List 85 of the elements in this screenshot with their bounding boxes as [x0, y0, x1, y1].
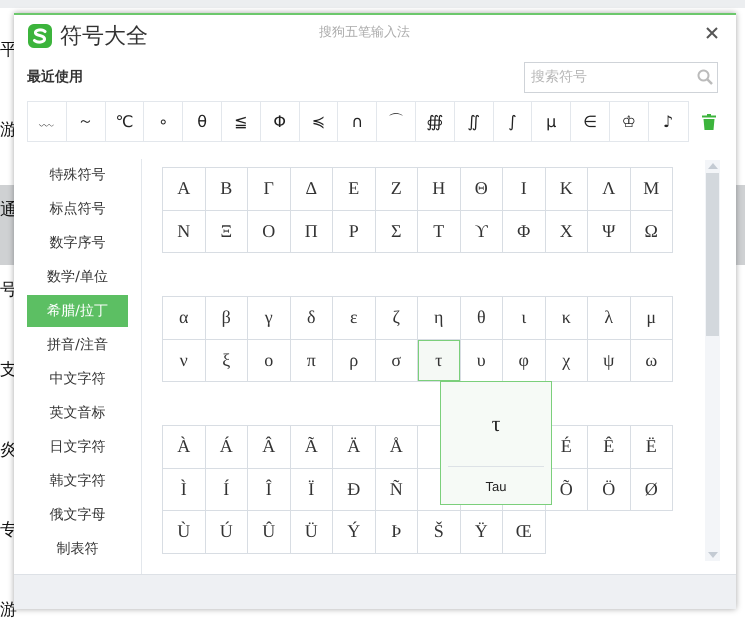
symbol-cell[interactable]: Ù — [163, 511, 206, 554]
symbol-cell[interactable]: Λ — [588, 168, 630, 210]
scrollbar[interactable] — [705, 160, 720, 561]
scrollbar-thumb[interactable] — [706, 173, 719, 336]
list-item-text: 专 — [0, 519, 17, 541]
symbol-cell[interactable]: ι — [503, 297, 546, 340]
symbol-cell[interactable]: Μ — [630, 168, 673, 210]
symbol-cell[interactable]: Κ — [546, 168, 588, 210]
symbol-cell[interactable]: Å — [376, 426, 418, 468]
symbol-cell[interactable]: Ê — [588, 426, 630, 468]
search-field[interactable]: 搜索符号 — [524, 62, 718, 92]
symbol-cell[interactable]: Π — [290, 210, 333, 253]
symbol-cell[interactable]: π — [290, 340, 333, 382]
symbol-cell[interactable]: Ε — [333, 168, 376, 210]
symbol-cell[interactable]: ο — [248, 340, 290, 382]
symbol-cell[interactable]: ρ — [333, 340, 376, 382]
symbol-cell[interactable]: Í — [206, 468, 248, 511]
symbol-cell[interactable]: Ú — [206, 511, 248, 554]
symbol-cell[interactable]: Ο — [248, 210, 290, 253]
symbol-cell[interactable]: ε — [333, 297, 376, 340]
symbol-cell[interactable]: Η — [418, 168, 460, 210]
symbol-cell[interactable]: Α — [163, 168, 206, 210]
symbol-cell[interactable]: Š — [418, 511, 460, 554]
scroll-down-icon[interactable] — [708, 552, 718, 558]
symbol-cell[interactable]: Ξ — [206, 210, 248, 253]
symbol-cell[interactable]: θ — [460, 297, 503, 340]
symbol-cell[interactable]: Ï — [290, 468, 333, 511]
symbol-cell[interactable]: α — [163, 297, 206, 340]
symbol-cell[interactable]: Ÿ — [460, 511, 503, 554]
symbol-cell[interactable]: Ø — [630, 468, 673, 511]
symbol-cell[interactable]: Ð — [333, 468, 376, 511]
symbol-cell[interactable]: κ — [546, 297, 588, 340]
symbol-cell[interactable]: ψ — [588, 340, 630, 382]
symbol-cell[interactable]: λ — [588, 297, 630, 340]
symbol-cell[interactable]: Ν — [163, 210, 206, 253]
symbol-cell[interactable]: Θ — [460, 168, 503, 210]
symbol-cell[interactable]: β — [206, 297, 248, 340]
symbol-cell[interactable]: Σ — [376, 210, 418, 253]
symbol-cell[interactable]: ϒ — [460, 210, 503, 253]
symbol-cell[interactable]: Ã — [290, 426, 333, 468]
list-item-text: 游 — [0, 599, 17, 621]
symbol-cell[interactable]: Ρ — [333, 210, 376, 253]
symbol-cell[interactable]: Ä — [333, 426, 376, 468]
symbol-cell[interactable]: Ü — [290, 511, 333, 554]
symbol-cell[interactable]: Á — [206, 426, 248, 468]
app-name: 搜狗五笔输入法 — [319, 24, 410, 41]
symbol-cell[interactable]: Ψ — [588, 210, 630, 253]
symbol-cell[interactable]: Œ — [503, 511, 546, 554]
symbol-cell[interactable]: σ — [376, 340, 418, 382]
section-label: 最近使用 — [27, 68, 83, 86]
close-icon[interactable] — [706, 27, 718, 39]
symbol-cell[interactable]: η — [418, 297, 460, 340]
symbol-cell[interactable]: Î — [248, 468, 290, 511]
symbol-cell[interactable]: Τ — [418, 210, 460, 253]
dialog-title: 符号大全 — [60, 23, 148, 51]
symbol-cell[interactable]: ω — [630, 340, 673, 382]
symbol-cell[interactable]: Ý — [333, 511, 376, 554]
symbol-cell[interactable]: μ — [630, 297, 673, 340]
symbol-cell[interactable]: Ζ — [376, 168, 418, 210]
symbol-cell[interactable]: Δ — [290, 168, 333, 210]
symbol-cell[interactable]: Β — [206, 168, 248, 210]
symbol-cell[interactable]: Γ — [248, 168, 290, 210]
symbol-cell[interactable]: ξ — [206, 340, 248, 382]
symbol-cell[interactable]: Χ — [546, 210, 588, 253]
symbol-cell[interactable]: ν — [163, 340, 206, 382]
symbol-cell[interactable]: Ì — [163, 468, 206, 511]
symbol-cell[interactable]: δ — [290, 297, 333, 340]
symbol-cell[interactable]: ζ — [376, 297, 418, 340]
symbol-cell[interactable]: Â — [248, 426, 290, 468]
symbol-cell[interactable]: Ö — [588, 468, 630, 511]
symbol-cell[interactable]: Ñ — [376, 468, 418, 511]
trash-icon[interactable] — [702, 114, 716, 130]
symbol-cell[interactable]: Û — [248, 511, 290, 554]
symbol-cell[interactable]: Ë — [630, 426, 673, 468]
symbol-cell[interactable]: Ω — [630, 210, 673, 253]
tooltip-name: Tau — [486, 479, 506, 494]
logo-icon — [28, 24, 52, 48]
symbol-cell[interactable]: Φ — [503, 210, 546, 253]
symbol-cell[interactable]: Ι — [503, 168, 546, 210]
search-icon — [697, 68, 713, 84]
list-item-text: 号 — [0, 279, 17, 301]
scroll-up-icon[interactable] — [708, 163, 718, 169]
symbol-cell[interactable]: γ — [248, 297, 290, 340]
symbol-cell[interactable]: Þ — [376, 511, 418, 554]
symbol-cell[interactable]: À — [163, 426, 206, 468]
